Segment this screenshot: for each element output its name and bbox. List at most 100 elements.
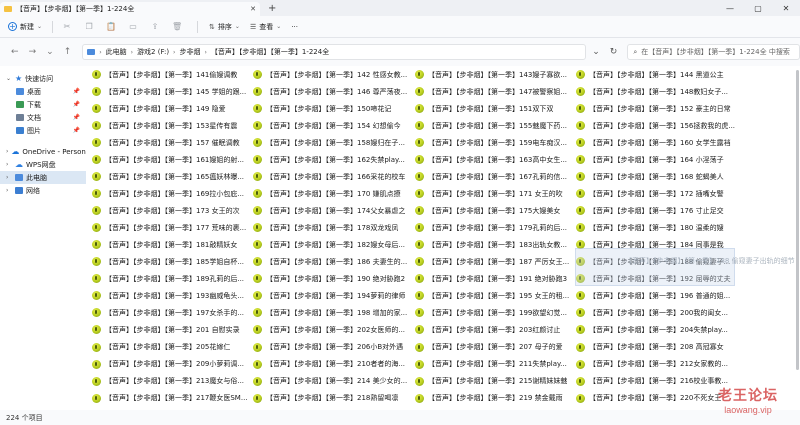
- file-item[interactable]: 【音声】【步非烟】【第一季】188 偷窥妻子...: [575, 253, 736, 270]
- sidebar-item-onedrive[interactable]: › ☁ OneDrive - Persona: [0, 145, 90, 158]
- forward-button[interactable]: →: [26, 47, 40, 57]
- sidebar-item-this-pc[interactable]: › 此电脑: [0, 171, 86, 184]
- file-item[interactable]: 【音声】【步非烟】【第一季】209小萝莉调...: [91, 356, 252, 373]
- file-item[interactable]: 【音声】【步非烟】【第一季】164 小淫荡子: [575, 151, 736, 168]
- file-item[interactable]: 【音声】【步非烟】【第一季】141偷嫂调教: [91, 66, 252, 83]
- breadcrumb-folder-current[interactable]: 【音声】【步非烟】【第一季】1-224全: [211, 47, 329, 57]
- sort-button[interactable]: ⇅ 排序 ⌄: [204, 19, 245, 35]
- file-item[interactable]: 【音声】【步非烟】【第一季】185学姐自杯...: [91, 253, 252, 270]
- tab-close-button[interactable]: ✕: [250, 5, 256, 13]
- file-item[interactable]: 【音声】【步非烟】【第一季】179孔莉的后...: [414, 219, 575, 236]
- up-button[interactable]: ↑: [61, 47, 75, 57]
- file-item[interactable]: 【音声】【步非烟】【第一季】171 女王的吹: [414, 185, 575, 202]
- file-item[interactable]: 【音声】【步非烟】【第一季】174父女暴虐之: [252, 202, 414, 219]
- sidebar-item-pictures[interactable]: 图片 📌: [0, 124, 86, 137]
- file-item[interactable]: 【音声】【步非烟】【第一季】161嫂姐的射...: [91, 151, 252, 168]
- file-item[interactable]: 【音声】【步非烟】【第一季】214 美少女的...: [252, 373, 414, 390]
- file-item[interactable]: 【音声】【步非烟】【第一季】213魔女与俗...: [91, 373, 252, 390]
- search-box[interactable]: ⌕: [627, 44, 800, 60]
- chevron-right-icon[interactable]: ›: [6, 174, 12, 181]
- folder-tab[interactable]: 【音声】【步非烟】【第一季】1-224全 ✕: [0, 2, 260, 16]
- minimize-button[interactable]: —: [716, 0, 744, 16]
- file-item[interactable]: 【音声】【步非烟】【第一季】217鞭女医SM...: [91, 390, 252, 407]
- file-item[interactable]: 【音声】【步非烟】【第一季】207 母子的爱: [414, 339, 575, 356]
- rename-icon[interactable]: ▭: [125, 19, 141, 35]
- file-item[interactable]: 【音声】【步非烟】【第一季】166采花的校车: [252, 168, 414, 185]
- sidebar-item-documents[interactable]: 文档 📌: [0, 111, 86, 124]
- file-item[interactable]: 【音声】【步非烟】【第一季】215谢精妹妹魅: [414, 373, 575, 390]
- file-item[interactable]: 【音声】【步非烟】【第一季】178双龙戏凤: [252, 219, 414, 236]
- new-button[interactable]: + 新建 ⌄: [4, 19, 46, 35]
- file-item[interactable]: 【音声】【步非烟】【第一季】147被警察姐...: [414, 83, 575, 100]
- file-item[interactable]: 【音声】【步非烟】【第一季】176 寸止足交: [575, 202, 736, 219]
- file-item[interactable]: 【音声】【步非烟】【第一季】172 插嘴女警: [575, 185, 736, 202]
- file-item[interactable]: 【音声】【步非烟】【第一季】142 性感女教...: [252, 66, 414, 83]
- file-item[interactable]: 【音声】【步非烟】【第一季】159电车痴汉...: [414, 134, 575, 151]
- new-tab-button[interactable]: +: [268, 3, 276, 14]
- address-dropdown-button[interactable]: ⌄: [592, 47, 600, 57]
- file-item[interactable]: 【音声】【步非烟】【第一季】154 幻想偷今: [252, 117, 414, 134]
- file-item[interactable]: 【音声】【步非烟】【第一季】191 绝对胁跑3: [414, 270, 575, 287]
- cut-icon[interactable]: ✂: [59, 19, 75, 35]
- file-item[interactable]: 【音声】【步非烟】【第一季】160 女学生露裆: [575, 134, 736, 151]
- copy-icon[interactable]: ❐: [81, 19, 97, 35]
- file-item[interactable]: 【音声】【步非烟】【第一季】219 禁金戴雨: [414, 390, 575, 407]
- file-item[interactable]: 【音声】【步非烟】【第一季】152 豪主的日常: [575, 100, 736, 117]
- file-item[interactable]: 【音声】【步非烟】【第一季】144 黑道公主: [575, 66, 736, 83]
- file-item[interactable]: 【音声】【步非烟】【第一季】148教妇女子...: [575, 83, 736, 100]
- file-item[interactable]: 【音声】【步非烟】【第一季】153星传有震: [91, 117, 252, 134]
- file-item[interactable]: 【音声】【步非烟】【第一季】168 蛇蝎美人: [575, 168, 736, 185]
- sidebar-item-downloads[interactable]: 下载 📌: [0, 98, 86, 111]
- file-item[interactable]: 【音声】【步非烟】【第一季】170 嫌肌点撩: [252, 185, 414, 202]
- scrollbar-thumb[interactable]: [796, 70, 799, 370]
- file-item[interactable]: 【音声】【步非烟】【第一季】155魅魔下药...: [414, 117, 575, 134]
- file-item[interactable]: 【音声】【步非烟】【第一季】163高中女生...: [414, 151, 575, 168]
- file-item[interactable]: 【音声】【步非烟】【第一季】150啼花记: [252, 100, 414, 117]
- file-item[interactable]: 【音声】【步非烟】【第一季】195 女王的租...: [414, 287, 575, 304]
- recent-locations-button[interactable]: ⌄: [43, 47, 57, 57]
- sidebar-item-network[interactable]: › 网络: [0, 184, 86, 197]
- more-button[interactable]: ···: [286, 19, 303, 35]
- file-item[interactable]: 【音声】【步非烟】【第一季】206小B对外遇: [252, 339, 414, 356]
- file-item[interactable]: 【音声】【步非烟】【第一季】218熟留喝凛: [252, 390, 414, 407]
- file-item[interactable]: 【音声】【步非烟】【第一季】158嫂归在子...: [252, 134, 414, 151]
- address-bar[interactable]: › 此电脑 › 游戏2 (F:) › 步非烟 › 【音声】【步非烟】【第一季】1…: [82, 44, 587, 60]
- file-item[interactable]: 【音声】【步非烟】【第一季】186 夫妻生的...: [252, 253, 414, 270]
- file-item[interactable]: 【音声】【步非烟】【第一季】162失禁play...: [252, 151, 414, 168]
- file-item[interactable]: 【音声】【步非烟】【第一季】156拯救我的虎...: [575, 117, 736, 134]
- file-item[interactable]: 【音声】【步非烟】【第一季】210者者的海...: [252, 356, 414, 373]
- file-item[interactable]: 【音声】【步非烟】【第一季】182嫂女母后...: [252, 236, 414, 253]
- view-button[interactable]: ☰ 查看 ⌄: [245, 19, 286, 35]
- chevron-right-icon[interactable]: ›: [6, 148, 8, 155]
- file-item[interactable]: 【音声】【步非烟】【第一季】198 增加的家...: [252, 304, 414, 321]
- file-item[interactable]: 【音声】【步非烟】【第一季】208 高冠寡女: [575, 339, 736, 356]
- file-item[interactable]: 【音声】【步非烟】【第一季】151双下双: [414, 100, 575, 117]
- chevron-right-icon[interactable]: ›: [6, 187, 12, 194]
- file-item[interactable]: 【音声】【步非烟】【第一季】165瘟妖林曝...: [91, 168, 252, 185]
- back-button[interactable]: ←: [8, 47, 22, 57]
- file-item[interactable]: 【音声】【步非烟】【第一季】202女医师的...: [252, 321, 414, 338]
- file-item[interactable]: 【音声】【步非烟】【第一季】201 自慰实录: [91, 321, 252, 338]
- file-item[interactable]: 【音声】【步非烟】【第一季】175大嫂美女: [414, 202, 575, 219]
- file-item[interactable]: 【音声】【步非烟】【第一季】173 女王的次: [91, 202, 252, 219]
- breadcrumb-drive[interactable]: 游戏2 (F:): [137, 47, 169, 57]
- sidebar-item-desktop[interactable]: 桌面 📌: [0, 85, 86, 98]
- file-item[interactable]: 【音声】【步非烟】【第一季】149 隐爱: [91, 100, 252, 117]
- file-item[interactable]: 【音声】【步非烟】【第一季】145 学姐的跟...: [91, 83, 252, 100]
- sidebar-item-wps[interactable]: › ☁ WPS网盘: [0, 158, 86, 171]
- chevron-right-icon[interactable]: ›: [6, 161, 12, 168]
- file-item[interactable]: 【音声】【步非烟】【第一季】143嫂子寡欲...: [414, 66, 575, 83]
- file-item[interactable]: 【音声】【步非烟】【第一季】194萝莉的律师: [252, 287, 414, 304]
- refresh-button[interactable]: ↻: [610, 47, 618, 57]
- file-item[interactable]: 【音声】【步非烟】【第一季】193幽威龟头...: [91, 287, 252, 304]
- file-item[interactable]: 【音声】【步非烟】【第一季】189孔莉的后...: [91, 270, 252, 287]
- file-item[interactable]: 【音声】【步非烟】【第一季】184 同事是我: [575, 236, 736, 253]
- file-item[interactable]: 【音声】【步非烟】【第一季】190 绝对胁跑2: [252, 270, 414, 287]
- breadcrumb-this-pc[interactable]: 此电脑: [106, 47, 127, 57]
- share-icon[interactable]: ⇪: [147, 19, 163, 35]
- file-item[interactable]: 【音声】【步非烟】【第一季】157 催眠调教: [91, 134, 252, 151]
- search-input[interactable]: [641, 48, 792, 56]
- file-item[interactable]: 【音声】【步非烟】【第一季】197女杀手的...: [91, 304, 252, 321]
- file-item[interactable]: 【音声】【步非烟】【第一季】199欲望幻觉...: [414, 304, 575, 321]
- delete-icon[interactable]: 🗑: [169, 19, 185, 35]
